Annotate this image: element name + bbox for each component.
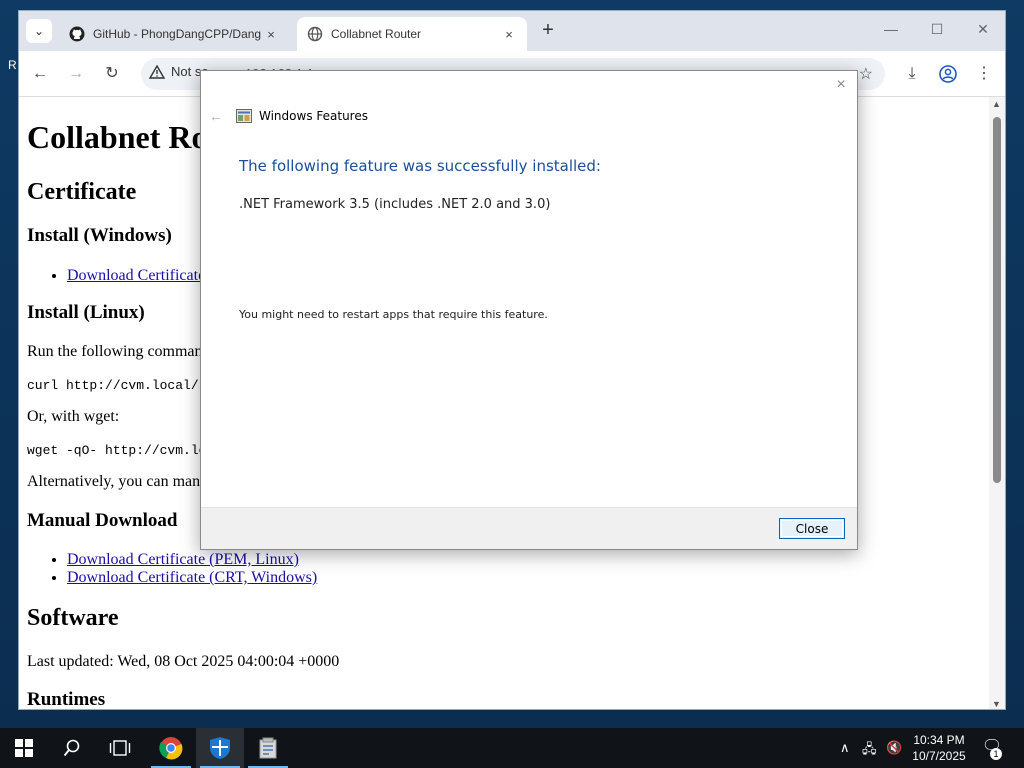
search-button[interactable] — [48, 728, 96, 768]
notification-badge: 1 — [990, 748, 1002, 760]
task-view-button[interactable] — [96, 728, 144, 768]
github-icon — [69, 26, 85, 42]
certificate-heading: Certificate — [27, 179, 137, 205]
new-tab-button[interactable]: + — [537, 20, 559, 42]
install-windows-heading: Install (Windows) — [27, 225, 172, 246]
tab-strip: ⌄ GitHub - PhongDangCPP/Dang × Collabnet… — [19, 11, 1005, 51]
minimize-button[interactable]: — — [881, 21, 901, 37]
desktop-icon-label[interactable]: R — [8, 58, 17, 72]
volume-muted-icon[interactable]: 🔇 — [886, 740, 902, 756]
download-certificate-link[interactable]: Download Certificate — [67, 267, 205, 284]
manual-download-heading: Manual Download — [27, 510, 178, 531]
wget-command: wget -qO- http://cvm.loca — [27, 443, 223, 458]
menu-icon[interactable]: ⋮ — [973, 63, 995, 85]
alternatively-text: Alternatively, you can man — [27, 473, 201, 490]
window-close-button[interactable]: ✕ — [973, 21, 993, 38]
scroll-up-icon[interactable]: ▲ — [992, 99, 1001, 109]
scroll-down-icon[interactable]: ▼ — [992, 699, 1001, 709]
tab-title: Collabnet Router — [331, 27, 422, 41]
install-linux-heading: Install (Linux) — [27, 302, 145, 323]
scroll-thumb[interactable] — [993, 117, 1001, 483]
start-button[interactable] — [0, 728, 48, 768]
tab-collabnet-router[interactable]: Collabnet Router × — [297, 17, 527, 51]
last-updated-text: Last updated: Wed, 08 Oct 2025 04:00:04 … — [27, 653, 340, 670]
install-windows-list: Download Certificate — [67, 267, 205, 285]
list-item: Download Certificate (CRT, Windows) — [67, 569, 317, 587]
or-wget-text: Or, with wget: — [27, 408, 120, 425]
system-clock[interactable]: 10:34 PM 10/7/2025 — [906, 732, 972, 764]
windows-logo-icon — [15, 739, 33, 757]
curl-command: curl http://cvm.local/l — [27, 378, 207, 393]
installed-feature-name: .NET Framework 3.5 (includes .NET 2.0 an… — [239, 197, 551, 212]
runtimes-heading: Runtimes — [27, 689, 106, 710]
manual-download-list: Download Certificate (PEM, Linux) Downlo… — [67, 551, 317, 587]
shield-icon — [210, 737, 230, 759]
tab-title: GitHub - PhongDangCPP/Dang — [93, 27, 262, 41]
chrome-icon — [159, 737, 183, 760]
clock-date: 10/7/2025 — [912, 749, 966, 763]
chevron-up-icon[interactable]: ∧ — [840, 740, 850, 756]
download-crt-link[interactable]: Download Certificate (CRT, Windows) — [67, 569, 317, 586]
search-icon — [63, 739, 80, 757]
windows-features-dialog: × ← Windows Features The following featu… — [200, 70, 858, 550]
globe-icon — [307, 26, 323, 42]
close-button[interactable]: Close — [779, 518, 845, 539]
back-arrow-icon[interactable]: ← — [209, 108, 223, 124]
run-following-text: Run the following comman — [27, 343, 203, 360]
taskbar-windows-security[interactable] — [196, 728, 244, 768]
software-heading: Software — [27, 605, 119, 631]
warning-icon — [149, 64, 165, 79]
installer-icon — [259, 737, 277, 759]
taskbar-features-app[interactable] — [244, 728, 292, 768]
forward-icon[interactable]: → — [65, 63, 87, 85]
task-view-icon — [109, 740, 131, 756]
avatar — [939, 65, 957, 83]
taskbar-chrome[interactable] — [147, 728, 195, 768]
restart-note: You might need to restart apps that requ… — [239, 308, 548, 321]
list-item: Download Certificate — [67, 267, 205, 285]
download-icon[interactable]: ⤓ — [901, 63, 923, 85]
page-scrollbar[interactable]: ▲ ▼ — [989, 97, 1005, 709]
page-title: Collabnet Ro — [27, 119, 208, 155]
star-icon[interactable]: ☆ — [859, 64, 873, 84]
clock-time: 10:34 PM — [913, 733, 965, 747]
dialog-title: Windows Features — [259, 109, 368, 123]
profile-icon[interactable] — [937, 63, 959, 85]
dialog-footer: Close — [201, 507, 857, 549]
list-item: Download Certificate (PEM, Linux) — [67, 551, 317, 569]
reload-icon[interactable]: ↻ — [101, 63, 123, 85]
back-icon[interactable]: ← — [29, 63, 51, 85]
network-icon[interactable]: 🖧 — [862, 740, 877, 762]
tab-github[interactable]: GitHub - PhongDangCPP/Dang × — [59, 17, 289, 51]
maximize-button[interactable]: ☐ — [927, 21, 947, 38]
close-icon[interactable]: × — [263, 27, 279, 42]
chevron-down-icon: ⌄ — [33, 24, 45, 38]
close-icon[interactable]: × — [501, 27, 517, 42]
tab-search-button[interactable]: ⌄ — [26, 19, 52, 43]
close-icon[interactable]: × — [833, 77, 849, 93]
windows-features-icon — [236, 109, 252, 123]
download-pem-link[interactable]: Download Certificate (PEM, Linux) — [67, 551, 299, 568]
success-heading: The following feature was successfully i… — [239, 157, 601, 175]
taskbar: ∧ 🖧 🔇 10:34 PM 10/7/2025 🗨 1 — [0, 728, 1024, 768]
